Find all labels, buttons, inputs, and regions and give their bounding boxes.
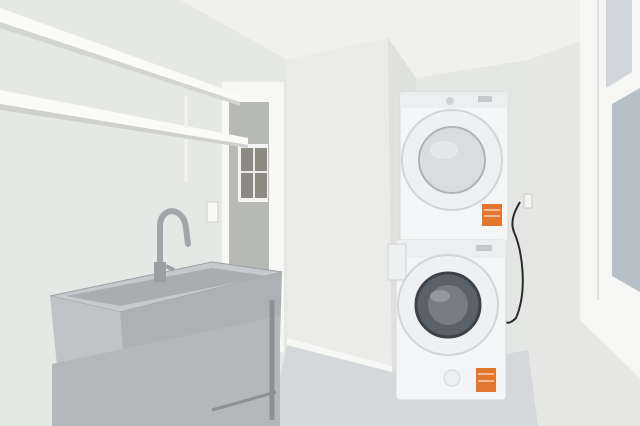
dryer-display [478, 96, 492, 102]
outlet [523, 193, 533, 209]
light-switch [206, 201, 219, 223]
faucet-base [154, 262, 166, 282]
back-wall-left [287, 38, 392, 372]
washer-detergent-drawer [387, 243, 407, 281]
washer-energy-sticker [476, 368, 496, 392]
dryer-door-glass [418, 126, 486, 194]
dryer-dial [446, 97, 454, 105]
window-glass [612, 88, 640, 292]
washer-display [476, 245, 492, 251]
dryer-energy-sticker [482, 204, 502, 226]
photo-canvas [0, 0, 640, 426]
washer-filter-cover [443, 369, 461, 387]
laundry-room-photo [0, 0, 640, 426]
